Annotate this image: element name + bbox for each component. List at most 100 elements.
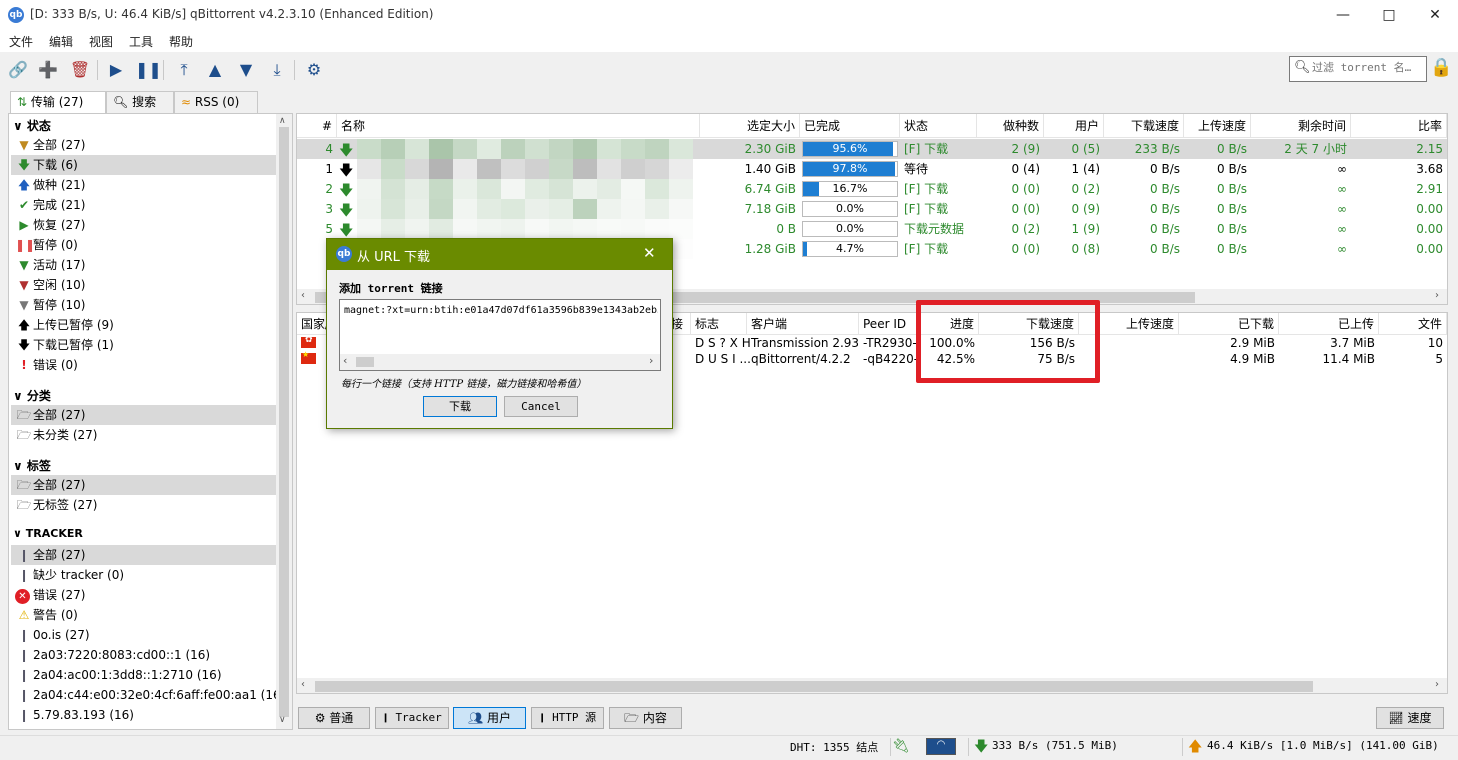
col-files[interactable]: 文件 [1379, 313, 1447, 335]
tracker-item-all[interactable]: ❙ 全部 (27) [11, 545, 276, 565]
url-textarea[interactable]: magnet:?xt=urn:btih:e01a47d07df61a3596b8… [339, 299, 661, 371]
delete-icon[interactable]: 🗑 [68, 58, 92, 82]
tab-content[interactable]: 🗁 内容 [609, 707, 682, 729]
sidebar-scrollbar[interactable]: ∧ ∨ [276, 114, 292, 729]
sidebar-item-resumed[interactable]: ▶ 恢复 (27) [11, 215, 276, 235]
scroll-thumb[interactable] [356, 357, 374, 367]
resume-icon[interactable]: ▶ [104, 58, 128, 82]
col-peers[interactable]: 用户 [1044, 114, 1104, 138]
sidebar-item-all[interactable]: ▼ 全部 (27) [11, 135, 276, 155]
tab-tracker[interactable]: ❙ Tracker [375, 707, 449, 729]
tab-transfers[interactable]: ⇅ 传输 (27) [10, 91, 106, 114]
menu-file[interactable]: 文件 [9, 33, 33, 50]
filter-box[interactable]: 🔍︎ [1289, 56, 1427, 82]
speed-button[interactable]: 📈︎ 速度 [1376, 707, 1444, 729]
tab-rss[interactable]: ≈ RSS (0) [174, 91, 258, 113]
scroll-up-icon[interactable]: ∧ [279, 116, 286, 126]
category-item-uncategorized[interactable]: 🗁 未分类 (27) [11, 425, 276, 445]
tag-item-untagged[interactable]: 🗁 无标签 (27) [11, 495, 276, 515]
add-torrent-icon[interactable]: ➕ [36, 58, 60, 82]
maximize-button[interactable]: □ [1366, 0, 1412, 30]
col-downloaded[interactable]: 已下载 [1179, 313, 1279, 335]
menu-edit[interactable]: 编辑 [49, 33, 73, 50]
tracker-item[interactable]: ❙ 2a04:c44:e00:32e0:4cf:6aff:fe00:aa1 (16… [11, 685, 285, 705]
download-speed-status[interactable]: 333 B/s (751.5 MiB) [992, 739, 1118, 752]
scroll-right-icon[interactable]: › [1435, 290, 1439, 301]
col-size[interactable]: 选定大小 [700, 114, 800, 138]
table-row[interactable]: 3 🡇 7.18 GiB 0.0% [F] 下载 0 (0) 0 (9) 0 B/s 0 B/s… [297, 199, 1447, 219]
options-icon[interactable]: ⚙ [302, 58, 326, 82]
tracker-header[interactable]: ∨ TRACKER [13, 527, 83, 540]
peers-hscrollbar[interactable]: ‹ › [297, 678, 1447, 693]
minimize-button[interactable]: — [1320, 0, 1366, 30]
sidebar-item-downloading[interactable]: 🡇 下载 (6) [11, 155, 276, 175]
sidebar-item-completed[interactable]: ✔ 完成 (21) [11, 195, 276, 215]
scroll-right-icon[interactable]: › [649, 354, 653, 367]
tag-item-all[interactable]: 🗁 全部 (27) [11, 475, 276, 495]
col-ratio[interactable]: 比率 [1351, 114, 1447, 138]
col-name[interactable]: 名称 [337, 114, 700, 138]
bottom-priority-icon[interactable]: ⤓ [265, 58, 289, 82]
col-seeds[interactable]: 做种数 [977, 114, 1044, 138]
category-header[interactable]: ∨ 分类 [13, 387, 51, 404]
menu-help[interactable]: 帮助 [169, 33, 193, 50]
scroll-thumb[interactable] [315, 681, 1313, 692]
tracker-item[interactable]: ❙ 5.79.83.193 (16) [11, 705, 276, 725]
status-header[interactable]: ∨ 状态 [13, 117, 51, 134]
col-up-speed[interactable]: 上传速度 [1184, 114, 1251, 138]
connection-status-icon[interactable]: 🔌︎ [892, 738, 910, 754]
col-client[interactable]: 客户端 [747, 313, 859, 335]
scroll-left-icon[interactable]: ‹ [301, 290, 305, 301]
sidebar-item-stalled-upload[interactable]: 🡅 上传已暂停 (9) [11, 315, 276, 335]
sidebar-item-seeding[interactable]: 🡅 做种 (21) [11, 175, 276, 195]
top-priority-icon[interactable]: ⤒ [172, 58, 196, 82]
tracker-item-trackerless[interactable]: ❙ 缺少 tracker (0) [11, 565, 276, 585]
menu-view[interactable]: 视图 [89, 33, 113, 50]
table-row[interactable]: 4 🡇 2.30 GiB 95.6% [F] 下载 2 (9) 0 (5) 233 B/s 0 … [297, 139, 1447, 159]
tracker-item[interactable]: ❙ 0o.is (27) [11, 625, 276, 645]
col-eta[interactable]: 剩余时间 [1251, 114, 1351, 138]
menu-tools[interactable]: 工具 [129, 33, 153, 50]
lock-icon[interactable]: 🔒 [1430, 57, 1452, 81]
filter-input[interactable] [1312, 61, 1422, 74]
tab-peers[interactable]: 👥︎ 用户 [453, 707, 526, 729]
tab-http-sources[interactable]: ❙ HTTP 源 [531, 707, 604, 729]
tracker-item-error[interactable]: ✕ 错误 (27) [11, 585, 276, 605]
sidebar-item-error[interactable]: ! 错误 (0) [11, 355, 276, 375]
sidebar-item-stalled[interactable]: ▼ 暂停 (10) [11, 295, 276, 315]
download-button[interactable]: 下载 [423, 396, 497, 417]
dialog-close-icon[interactable]: ✕ [643, 244, 656, 262]
col-status[interactable]: 状态 [900, 114, 977, 138]
category-item-all[interactable]: 🗁 全部 (27) [11, 405, 276, 425]
upload-speed-status[interactable]: 46.4 KiB/s [1.0 MiB/s] (141.00 GiB) [1207, 739, 1439, 752]
up-priority-icon[interactable]: ▲ [203, 58, 227, 82]
scroll-right-icon[interactable]: › [1435, 679, 1439, 690]
col-down-speed[interactable]: 下载速度 [1104, 114, 1184, 138]
col-progress[interactable]: 已完成 [800, 114, 900, 138]
tracker-item[interactable]: ❙ 2a04:ac00:1:3dd8::1:2710 (16) [11, 665, 276, 685]
down-priority-icon[interactable]: ▼ [234, 58, 258, 82]
cancel-button[interactable]: Cancel [504, 396, 578, 417]
scroll-down-icon[interactable]: ∨ [279, 715, 286, 725]
col-num[interactable]: # [297, 114, 337, 138]
col-peer-id[interactable]: Peer ID [859, 313, 917, 335]
close-button[interactable]: ✕ [1412, 0, 1458, 30]
scroll-left-icon[interactable]: ‹ [301, 679, 305, 690]
sidebar-item-paused[interactable]: ❚❚暂停 (0) [11, 235, 276, 255]
table-row[interactable]: 5 🡇 0 B 0.0% 下载元数据 0 (2) 1 (9) 0 B/s 0 B/s ∞ 0.00 [297, 219, 1447, 239]
scroll-left-icon[interactable]: ‹ [343, 354, 347, 367]
tab-general[interactable]: ⚙ 普通 [298, 707, 370, 729]
sidebar-item-inactive[interactable]: ▼ 空闲 (10) [11, 275, 276, 295]
tag-header[interactable]: ∨ 标签 [13, 457, 51, 474]
table-row[interactable]: 2 🡇 6.74 GiB 16.7% [F] 下载 0 (0) 0 (2) 0 B/s 0 B/… [297, 179, 1447, 199]
tab-search[interactable]: 🔍︎ 搜索 [106, 91, 174, 113]
scroll-thumb[interactable] [279, 127, 289, 717]
sidebar-item-stalled-download[interactable]: 🡇 下载已暂停 (1) [11, 335, 276, 355]
col-flags[interactable]: 标志 [691, 313, 747, 335]
pause-icon[interactable]: ❚❚ [135, 58, 162, 82]
sidebar-item-active[interactable]: ▼ 活动 (17) [11, 255, 276, 275]
textarea-hscrollbar[interactable]: ‹ › [340, 354, 660, 370]
col-uploaded[interactable]: 已上传 [1279, 313, 1379, 335]
tracker-item[interactable]: ❙ 2a03:7220:8083:cd00::1 (16) [11, 645, 276, 665]
tracker-item-warning[interactable]: ⚠ 警告 (0) [11, 605, 276, 625]
